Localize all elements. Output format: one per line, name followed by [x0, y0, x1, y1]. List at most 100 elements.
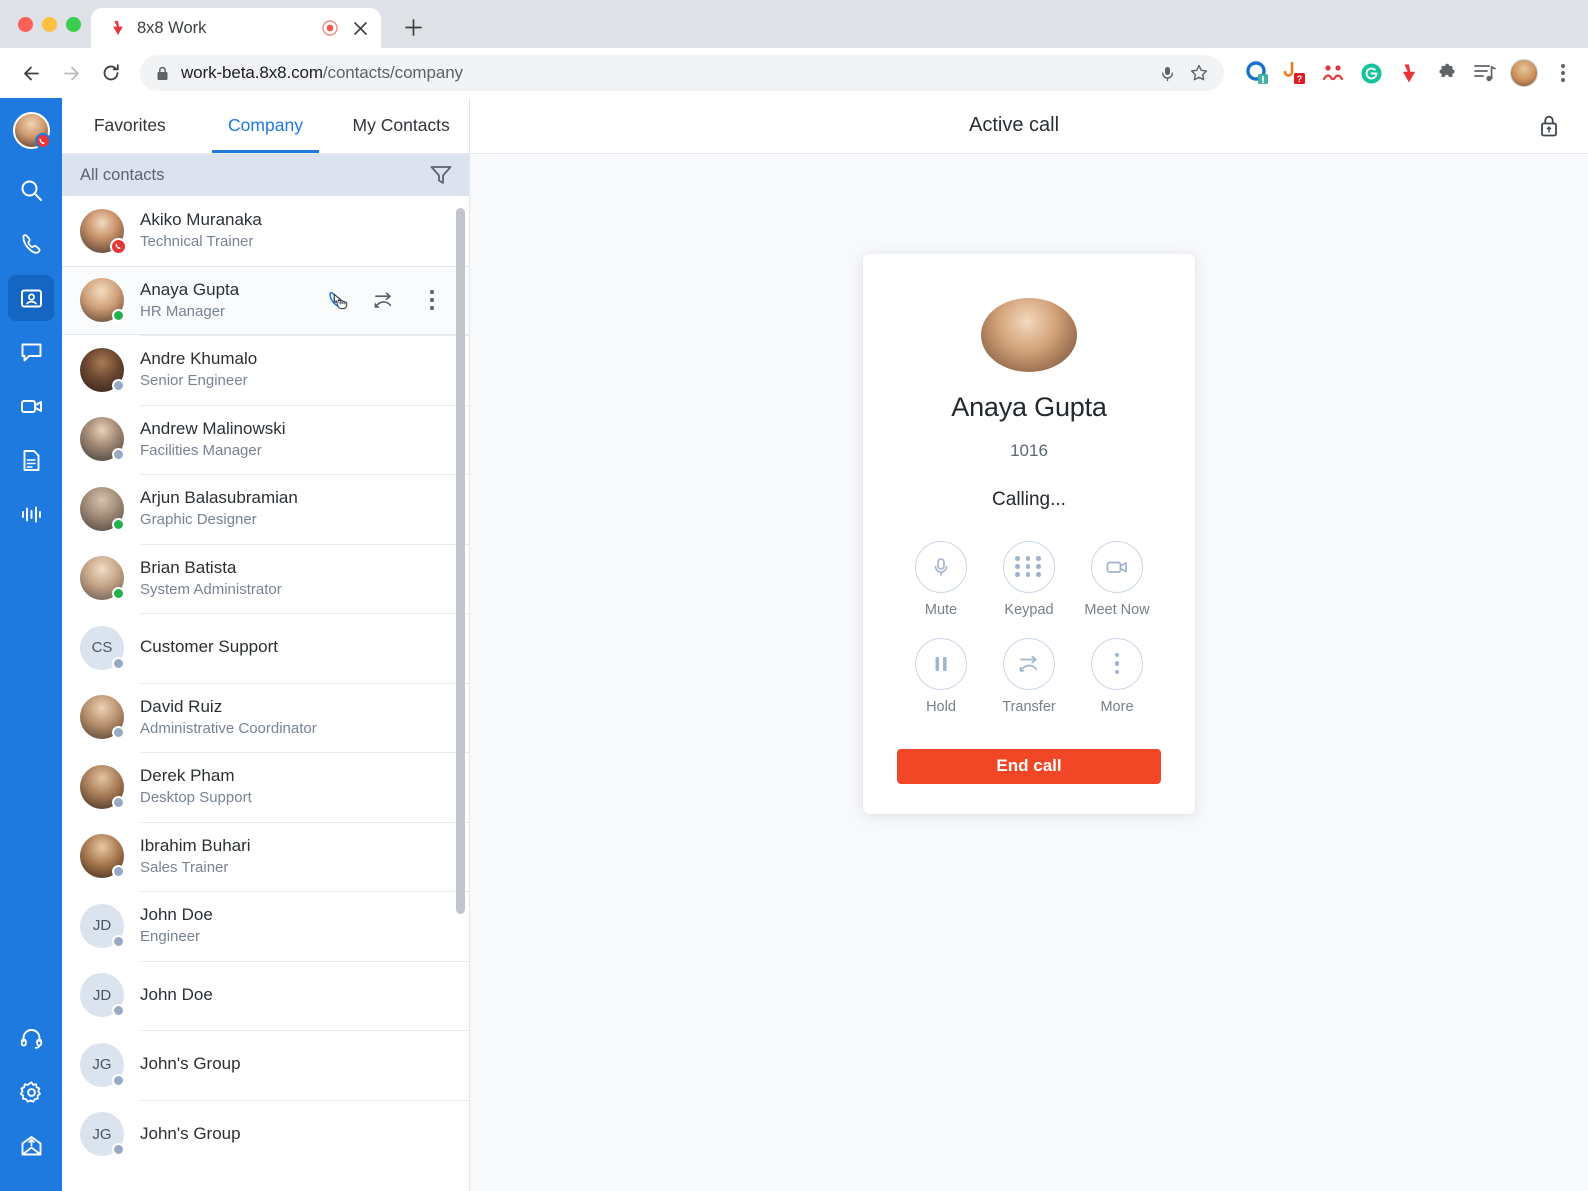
8x8-work-extension-icon[interactable]	[1396, 60, 1422, 86]
contact-text: Andrew Malinowski Facilities Manager	[140, 418, 451, 461]
three-dot-menu-icon[interactable]	[1550, 60, 1576, 86]
meet-now-button[interactable]: Meet Now	[1073, 540, 1161, 618]
contact-row[interactable]: Akiko Muranaka Technical Trainer	[62, 196, 469, 266]
sidebar-item-contacts[interactable]	[8, 275, 54, 321]
contact-name: John's Group	[140, 1123, 241, 1143]
tab-company[interactable]: Company	[198, 98, 334, 153]
call-card: Anaya Gupta 1016 Calling... Mute Keypad …	[863, 254, 1195, 814]
end-call-button[interactable]: End call	[897, 748, 1161, 784]
contacts-tabs: Favorites Company My Contacts	[62, 98, 469, 154]
meet-now-label: Meet Now	[1084, 601, 1150, 618]
contact-row[interactable]: JG John's Group	[62, 1030, 469, 1100]
contact-name: Derek Pham	[140, 766, 235, 786]
keypad-button[interactable]: Keypad	[985, 540, 1073, 618]
contact-text: Arjun Balasubramian Graphic Designer	[140, 487, 451, 530]
transfer-button[interactable]: Transfer	[985, 637, 1073, 715]
sidebar-item-analytics[interactable]	[8, 491, 54, 537]
contacts-scrollbar[interactable]	[456, 208, 465, 914]
avatar	[80, 764, 125, 809]
microphone-icon[interactable]	[1159, 65, 1176, 82]
contacts-list[interactable]: Akiko Muranaka Technical Trainer Anaya Gup…	[62, 196, 469, 1191]
new-tab-button[interactable]	[395, 9, 431, 45]
profile-avatar[interactable]	[1510, 59, 1538, 87]
back-arrow-icon[interactable]	[12, 54, 50, 92]
reload-icon[interactable]	[92, 54, 130, 92]
user-avatar[interactable]	[12, 112, 51, 149]
contact-row[interactable]: JD John Doe Engineer	[62, 891, 469, 961]
more-options-icon[interactable]	[419, 287, 445, 313]
close-window-button[interactable]	[18, 16, 33, 32]
all-contacts-label: All contacts	[80, 165, 165, 184]
contact-title: Graphic Designer	[140, 511, 257, 529]
tab-my-contacts[interactable]: My Contacts	[333, 98, 469, 153]
presence-indicator-offline	[112, 934, 125, 948]
avatar	[80, 278, 125, 323]
hold-button[interactable]: Hold	[897, 637, 985, 715]
contact-row[interactable]: David Ruiz Administrative Coordinator	[62, 682, 469, 753]
contact-name: Ibrahim Buhari	[140, 835, 251, 855]
contact-row[interactable]: Derek Pham Desktop Support	[62, 752, 469, 822]
call-extension: 1016	[1010, 440, 1048, 460]
contact-row[interactable]: CS Customer Support	[62, 613, 469, 683]
headset-icon	[19, 1026, 44, 1051]
contact-name: Customer Support	[140, 637, 278, 657]
mute-button[interactable]: Mute	[897, 540, 985, 618]
presence-indicator-online	[112, 309, 125, 323]
recording-indicator-icon[interactable]	[321, 19, 339, 37]
close-tab-icon[interactable]	[349, 17, 371, 39]
contact-name: Andre Khumalo	[140, 349, 258, 369]
sidebar-item-feedback[interactable]	[8, 1123, 54, 1169]
sidebar-item-settings[interactable]	[8, 1069, 54, 1115]
contact-row[interactable]: Anaya Gupta HR Manager	[62, 265, 469, 335]
8x8-extension-icon[interactable]	[1244, 60, 1270, 86]
star-icon[interactable]	[1190, 64, 1208, 82]
phone-call-icon[interactable]	[323, 287, 349, 313]
phishing-alert-extension-icon[interactable]: ?	[1282, 60, 1308, 86]
browser-tab[interactable]: 8x8 Work	[91, 8, 381, 48]
avatar	[80, 834, 125, 879]
contact-row[interactable]: Arjun Balasubramian Graphic Designer	[62, 474, 469, 544]
contact-row[interactable]: Andre Khumalo Senior Engineer	[62, 335, 469, 405]
gear-icon	[19, 1080, 44, 1105]
filter-funnel-icon[interactable]	[429, 164, 453, 186]
call-contact-name: Anaya Gupta	[951, 391, 1107, 422]
presence-indicator-offline	[112, 1073, 125, 1087]
presence-indicator-online	[112, 587, 125, 601]
contact-row[interactable]: Ibrahim Buhari Sales Trainer	[62, 821, 469, 892]
sidebar-item-meetings[interactable]	[8, 383, 54, 429]
contact-name: John's Group	[140, 1054, 241, 1074]
presence-indicator-offline	[112, 795, 125, 809]
sidebar-item-chat[interactable]	[8, 329, 54, 375]
forward-arrow-icon[interactable]	[52, 54, 90, 92]
contact-row[interactable]: JD John Doe	[62, 960, 469, 1031]
sidebar-item-support[interactable]	[8, 1015, 54, 1061]
contact-text: Andre Khumalo Senior Engineer	[140, 348, 451, 391]
people-extension-icon[interactable]	[1320, 60, 1346, 86]
contact-row[interactable]: Brian Batista System Administrator	[62, 543, 469, 614]
presence-indicator-oncall	[110, 237, 127, 255]
contact-row[interactable]: Andrew Malinowski Facilities Manager	[62, 404, 469, 475]
mute-label: Mute	[924, 601, 958, 618]
maximize-window-button[interactable]	[66, 16, 81, 32]
call-transfer-icon[interactable]	[371, 287, 397, 313]
address-bar[interactable]: work-beta.8x8.com/contacts/company	[140, 55, 1224, 91]
minimize-window-button[interactable]	[42, 16, 57, 32]
browser-window: 8x8 Work work-beta.8x8.com/contacts/comp…	[0, 0, 1588, 1191]
contact-text: John's Group	[140, 1123, 451, 1146]
grammarly-extension-icon[interactable]	[1358, 60, 1384, 86]
contact-text: John's Group	[140, 1053, 451, 1076]
contact-photo	[981, 298, 1077, 372]
keypad-icon	[1003, 540, 1055, 593]
sidebar-item-search[interactable]	[8, 167, 54, 213]
sidebar-item-calls[interactable]	[8, 221, 54, 267]
chat-bubble-icon	[19, 340, 44, 365]
reading-list-icon[interactable]	[1472, 60, 1498, 86]
lock-icon[interactable]	[1534, 111, 1564, 141]
tab-favorites[interactable]: Favorites	[62, 98, 198, 153]
avatar	[80, 208, 127, 255]
contact-name: John Doe	[140, 905, 213, 925]
more-button[interactable]: More	[1073, 637, 1161, 715]
contact-row[interactable]: JG John's Group	[62, 1099, 469, 1170]
puzzle-extensions-icon[interactable]	[1434, 60, 1460, 86]
sidebar-item-documents[interactable]	[8, 437, 54, 483]
